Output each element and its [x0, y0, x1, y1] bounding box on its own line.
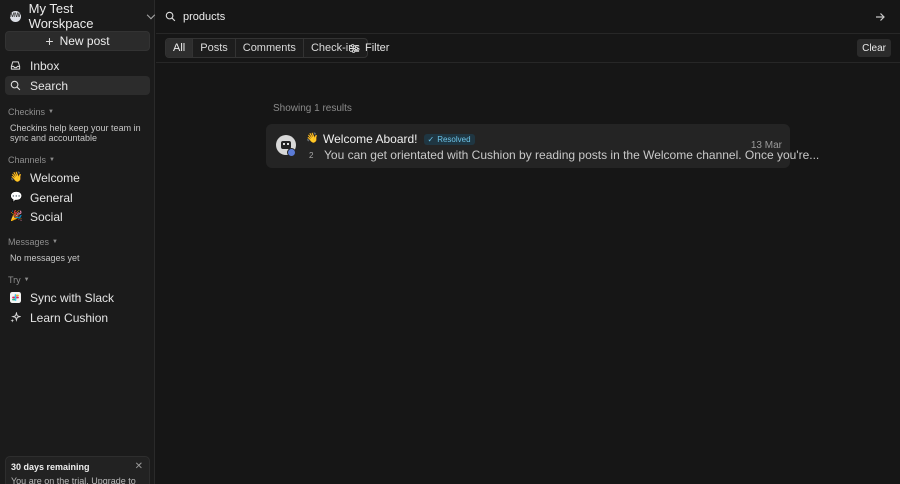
filter-label: Filter [365, 42, 390, 54]
status-badge: ✓ Resolved [423, 133, 475, 145]
channel-badge-icon [287, 148, 296, 157]
caret-down-icon: ▼ [23, 277, 30, 283]
workspace-name: My Test Worskpace [28, 1, 94, 31]
post-title: Welcome Aboard! [323, 132, 418, 146]
status-label: Resolved [437, 134, 471, 144]
new-post-button[interactable]: + New post [5, 31, 150, 51]
trial-banner: 30 days remaining You are on the trial. … [5, 456, 150, 484]
tab-posts[interactable]: Posts [193, 39, 236, 57]
search-icon [10, 80, 21, 91]
sidebar-item-general[interactable]: 💬 General [5, 188, 150, 207]
sidebar-item-inbox[interactable]: Inbox [5, 56, 150, 75]
checkins-note: Checkins help keep your team in sync and… [10, 123, 141, 143]
inbox-icon [10, 60, 21, 71]
tab-comments[interactable]: Comments [236, 39, 304, 57]
messages-section-toggle[interactable]: Messages ▼ [8, 237, 58, 247]
reply-count: 2 [309, 150, 314, 160]
sidebar-item-welcome[interactable]: 👋 Welcome [5, 168, 150, 187]
section-heading: Checkins [8, 107, 46, 117]
tab-all[interactable]: All [166, 39, 194, 57]
channels-section-toggle[interactable]: Channels ▼ [8, 155, 55, 165]
party-popper-icon: 🎉 [10, 210, 23, 222]
search-input[interactable]: products [183, 11, 225, 23]
try-section-toggle[interactable]: Try ▼ [8, 275, 30, 285]
sidebar-item-sync-slack[interactable]: Sync with Slack [5, 288, 150, 307]
filter-bar: All Posts Comments Check-ins Filter Clea… [156, 35, 900, 63]
close-icon[interactable]: ✕ [135, 461, 143, 472]
workspace-logo: MW [10, 10, 21, 22]
slack-icon [10, 292, 21, 303]
post-date: 13 Mar [750, 140, 782, 151]
section-heading: Channels [8, 155, 47, 165]
sidebar-item-label: Inbox [30, 58, 60, 73]
sidebar-item-label: Welcome [30, 170, 80, 185]
speech-bubble-icon: 💬 [10, 191, 23, 203]
sidebar-item-label: Learn Cushion [30, 310, 109, 325]
trial-title: 30 days remaining [11, 462, 90, 472]
sparkle-icon [10, 312, 21, 323]
caret-down-icon: ▼ [48, 109, 54, 115]
sidebar-item-label: Search [30, 78, 69, 93]
clear-button[interactable]: Clear [857, 39, 891, 57]
sidebar-item-social[interactable]: 🎉 Social [5, 207, 150, 226]
result-type-tabs: All Posts Comments Check-ins [165, 38, 368, 58]
caret-down-icon: ▼ [52, 239, 58, 245]
sidebar-item-search[interactable]: Search [5, 76, 150, 95]
sidebar-item-learn-cushion[interactable]: Learn Cushion [5, 308, 150, 327]
new-post-label: New post [59, 34, 110, 48]
section-heading: Try [8, 275, 21, 285]
check-icon: ✓ [427, 134, 435, 144]
filter-button[interactable]: Filter [349, 39, 389, 57]
results-count: Showing 1 results [273, 103, 352, 114]
search-result-card[interactable]: 👋 Welcome Aboard! ✓ Resolved 2 You can g… [266, 124, 819, 168]
checkins-section-toggle[interactable]: Checkins ▼ [8, 107, 54, 117]
search-bar: products [156, 0, 900, 34]
arrow-right-icon[interactable] [874, 11, 886, 23]
sliders-icon [349, 43, 360, 54]
trial-subtitle: You are on the trial. Upgrade to Pro [11, 476, 136, 484]
waving-hand-icon: 👋 [306, 133, 319, 144]
chevron-down-icon [146, 10, 156, 19]
workspace-switcher[interactable]: MW My Test Worskpace [10, 1, 156, 31]
sidebar: MW My Test Worskpace + New post Inbox Se… [0, 0, 156, 484]
sidebar-item-label: Sync with Slack [30, 290, 115, 305]
plus-icon: + [45, 33, 54, 49]
search-icon [165, 11, 176, 22]
messages-note: No messages yet [10, 253, 80, 263]
sidebar-item-label: Social [30, 209, 63, 224]
caret-down-icon: ▼ [49, 157, 55, 163]
waving-hand-icon: 👋 [10, 171, 23, 183]
result-snippet-row: 2 You can get orientated with Cushion by… [309, 148, 819, 162]
section-heading: Messages [8, 237, 50, 247]
result-title-row: 👋 Welcome Aboard! ✓ Resolved [306, 132, 475, 146]
post-snippet: You can get orientated with Cushion by r… [324, 148, 820, 162]
sidebar-item-label: General [30, 190, 73, 205]
